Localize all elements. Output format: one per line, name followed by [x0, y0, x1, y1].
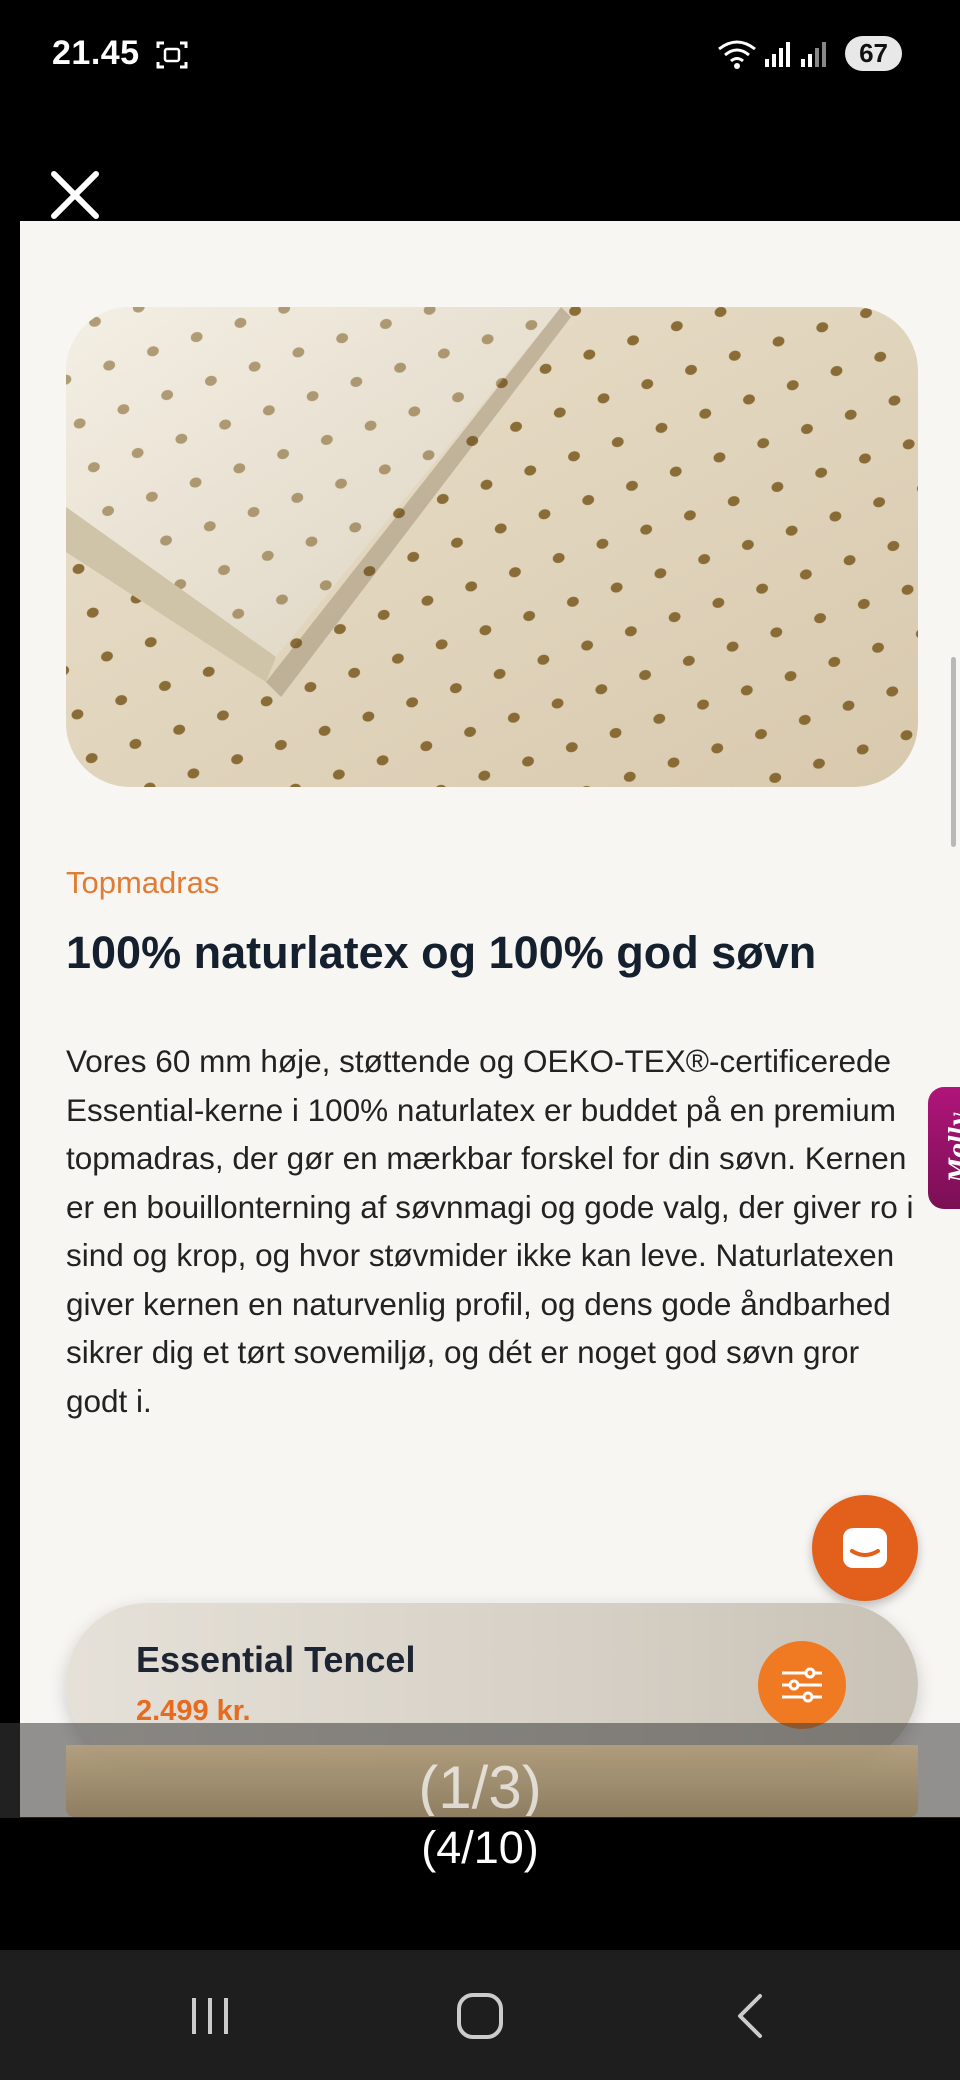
side-tab-label: Molly [945, 1113, 960, 1183]
hero-image [66, 307, 918, 787]
status-icons: 67 [717, 36, 902, 71]
status-time: 21.45 [52, 34, 140, 72]
sliders-icon [782, 1667, 822, 1703]
signal-icon [765, 41, 791, 67]
chat-button[interactable] [812, 1495, 918, 1601]
screenshot-icon [156, 41, 188, 69]
chat-icon [843, 1528, 887, 1568]
image-counter: (4/10) [421, 1822, 539, 1873]
recent-apps-icon[interactable] [180, 1988, 240, 2044]
close-icon[interactable] [48, 168, 102, 222]
wifi-icon [718, 40, 756, 69]
molly-side-tab[interactable]: Molly [928, 1087, 960, 1209]
sub-image-counter: (1/3) [418, 1758, 542, 1816]
product-name: Essential Tencel [136, 1639, 416, 1680]
battery-icon: 67 [845, 36, 902, 71]
navigation-bar [0, 1950, 960, 2080]
signal-icon-2 [801, 41, 827, 67]
page-title: 100% naturlatex og 100% god søvn [66, 927, 817, 978]
status-bar: 21.45 67 [0, 0, 960, 112]
product-category: Topmadras [66, 865, 220, 900]
back-icon[interactable] [720, 1988, 780, 2044]
options-button[interactable] [758, 1641, 846, 1729]
product-description: Vores 60 mm høje, støttende og OEKO-TEX®… [66, 1043, 914, 1419]
scrollbar[interactable] [951, 657, 956, 847]
home-icon[interactable] [450, 1988, 510, 2044]
